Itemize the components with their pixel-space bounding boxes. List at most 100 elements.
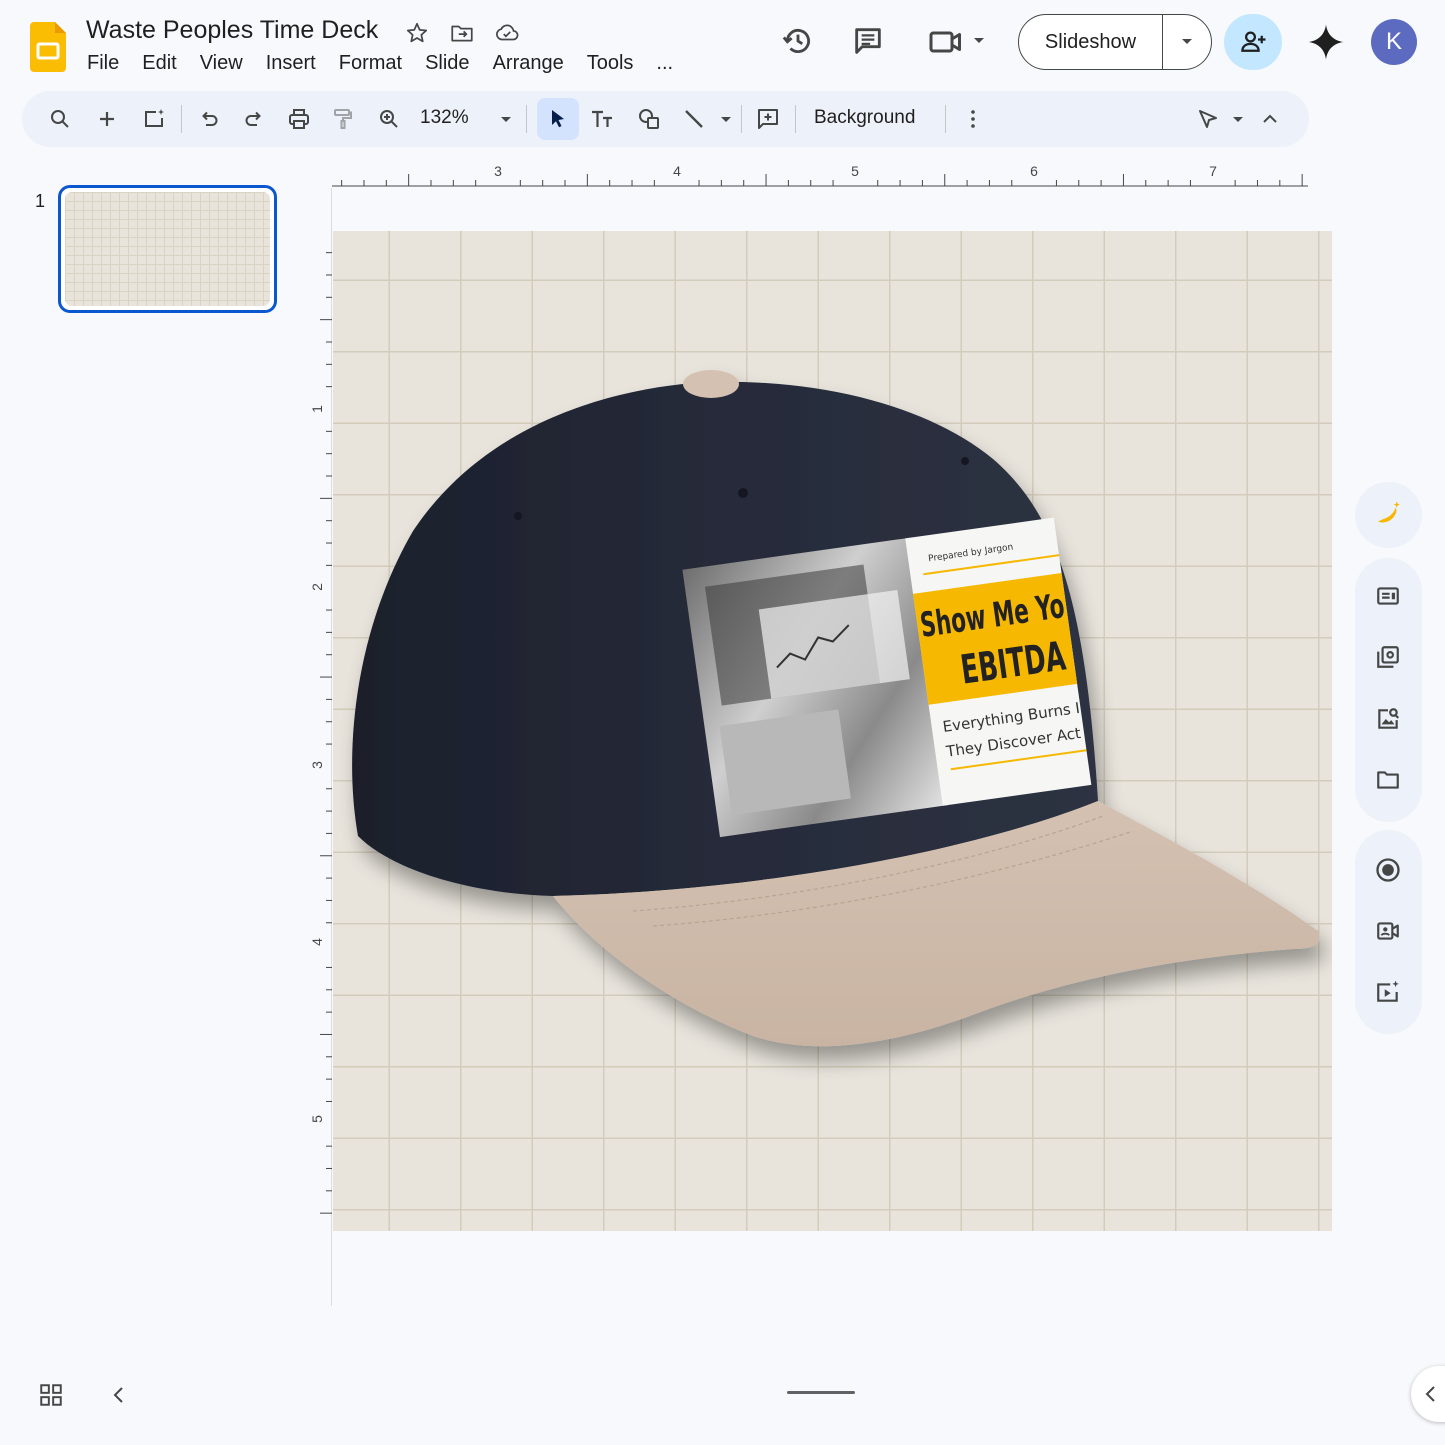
toolbar-divider (181, 105, 182, 133)
line-icon (685, 110, 703, 128)
editing-mode-button[interactable] (1193, 104, 1223, 134)
expand-side-panel-button[interactable] (1411, 1366, 1445, 1422)
ruler-label: 5 (309, 1115, 325, 1123)
ruler-label: 7 (1209, 163, 1217, 179)
chevron-down-icon (501, 117, 511, 122)
redo-button[interactable] (239, 104, 269, 134)
editing-mode-dropdown[interactable] (1223, 104, 1253, 134)
more-vert-icon (971, 110, 975, 128)
new-slide-with-layout-button[interactable] (139, 104, 169, 134)
slide-sparkle-icon (145, 109, 164, 127)
slide-canvas[interactable]: Prepared by Jargon Show Me Yo EBITDA Eve… (333, 231, 1332, 1231)
slide-thumbnail[interactable] (58, 185, 277, 313)
chevron-left-icon (1425, 1386, 1435, 1402)
account-avatar[interactable]: K (1371, 19, 1417, 65)
menu-insert[interactable]: Insert (266, 52, 316, 75)
text-box-button[interactable] (587, 104, 617, 134)
slideshow-button[interactable]: Slideshow (1019, 15, 1163, 69)
printed-patch: Prepared by Jargon Show Me Yo EBITDA Eve… (682, 517, 1092, 838)
undo-button[interactable] (194, 104, 224, 134)
slide-thumbnail-preview (65, 192, 270, 306)
collapse-filmstrip-icon[interactable] (108, 1382, 130, 1408)
search-menus-button[interactable] (45, 104, 75, 134)
ruler-label: 6 (1030, 163, 1038, 179)
cap-image[interactable]: Prepared by Jargon Show Me Yo EBITDA Eve… (333, 231, 1332, 1231)
menu-tools[interactable]: Tools (587, 52, 634, 75)
menu-more[interactable]: ... (656, 52, 673, 75)
version-history-icon[interactable] (781, 24, 815, 58)
menu-file[interactable]: File (87, 52, 119, 75)
shape-button[interactable] (634, 104, 664, 134)
toolbar-divider (945, 105, 946, 133)
chevron-up-icon (1263, 114, 1277, 123)
plus-icon (100, 112, 114, 126)
slideshow-button-group: Slideshow (1018, 14, 1212, 70)
speaker-notes-resize-handle[interactable] (787, 1391, 855, 1394)
zoom-level[interactable]: 132% (420, 107, 469, 129)
insert-comment-button[interactable] (753, 104, 783, 134)
chevron-down-icon (721, 117, 731, 122)
more-options-button[interactable] (958, 104, 988, 134)
toolbar-divider (526, 105, 527, 133)
menu-format[interactable]: Format (339, 52, 402, 75)
menu-edit[interactable]: Edit (142, 52, 176, 75)
video-sparkle-icon[interactable] (1372, 976, 1404, 1008)
zoom-dropdown[interactable] (491, 104, 521, 134)
vertical-ruler[interactable]: 1 2 3 4 5 (305, 231, 333, 1307)
ruler-label: 5 (851, 163, 859, 179)
paint-format-button[interactable] (328, 104, 358, 134)
pointer-mode-icon (1199, 110, 1217, 128)
meet-camera-icon[interactable] (928, 26, 964, 58)
ruler-label: 4 (309, 938, 325, 946)
toolbar-divider (795, 105, 796, 133)
meet-dropdown-icon[interactable] (972, 36, 986, 46)
select-tool-button[interactable] (537, 98, 579, 140)
paint-roller-icon (334, 109, 352, 129)
horizontal-ruler[interactable]: 3 4 5 6 7 (332, 160, 1308, 188)
line-button[interactable] (679, 104, 709, 134)
folder-icon[interactable] (1372, 764, 1404, 796)
search-icon (51, 110, 69, 128)
menu-arrange[interactable]: Arrange (493, 52, 564, 75)
image-search-icon[interactable] (1372, 703, 1404, 735)
ruler-label: 1 (309, 405, 325, 413)
ruler-label: 3 (309, 761, 325, 769)
camera-icon[interactable] (1372, 915, 1404, 947)
new-slide-button[interactable] (92, 104, 122, 134)
star-icon[interactable] (404, 20, 430, 46)
zoom-button[interactable] (374, 104, 404, 134)
toolbar-divider (741, 105, 742, 133)
comments-icon[interactable] (851, 24, 885, 58)
redo-icon (245, 111, 261, 126)
print-icon (289, 109, 309, 129)
background-button[interactable]: Background (814, 107, 915, 129)
undo-icon (202, 111, 218, 126)
text-box-icon (592, 110, 612, 127)
record-icon[interactable] (1372, 854, 1404, 886)
move-to-folder-icon[interactable] (449, 20, 475, 46)
menu-bar: File Edit View Insert Format Slide Arran… (87, 52, 696, 75)
speaker-notes-icon[interactable] (1372, 580, 1404, 612)
zoom-in-icon (380, 110, 398, 128)
print-button[interactable] (284, 104, 314, 134)
slides-logo-icon[interactable] (30, 22, 66, 72)
slide-number: 1 (35, 191, 46, 211)
grid-view-icon[interactable] (38, 1382, 64, 1408)
menu-view[interactable]: View (200, 52, 243, 75)
gemini-sparkle-icon[interactable] (1306, 22, 1346, 62)
slideshow-dropdown[interactable] (1163, 15, 1211, 69)
menu-slide[interactable]: Slide (425, 52, 469, 75)
ruler-label: 2 (309, 583, 325, 591)
hide-menus-button[interactable] (1255, 104, 1285, 134)
cloud-saved-icon[interactable] (494, 20, 520, 46)
banana-sparkle-icon[interactable] (1372, 498, 1404, 530)
chevron-down-icon (1233, 117, 1243, 122)
share-button[interactable] (1224, 14, 1282, 70)
document-title[interactable]: Waste Peoples Time Deck (86, 16, 378, 45)
line-dropdown[interactable] (711, 104, 741, 134)
chevron-down-icon (1182, 39, 1192, 44)
shapes-icon (639, 109, 659, 129)
cursor-arrow-icon (552, 110, 564, 128)
add-comment-icon (758, 109, 778, 129)
slide-library-icon[interactable] (1372, 641, 1404, 673)
